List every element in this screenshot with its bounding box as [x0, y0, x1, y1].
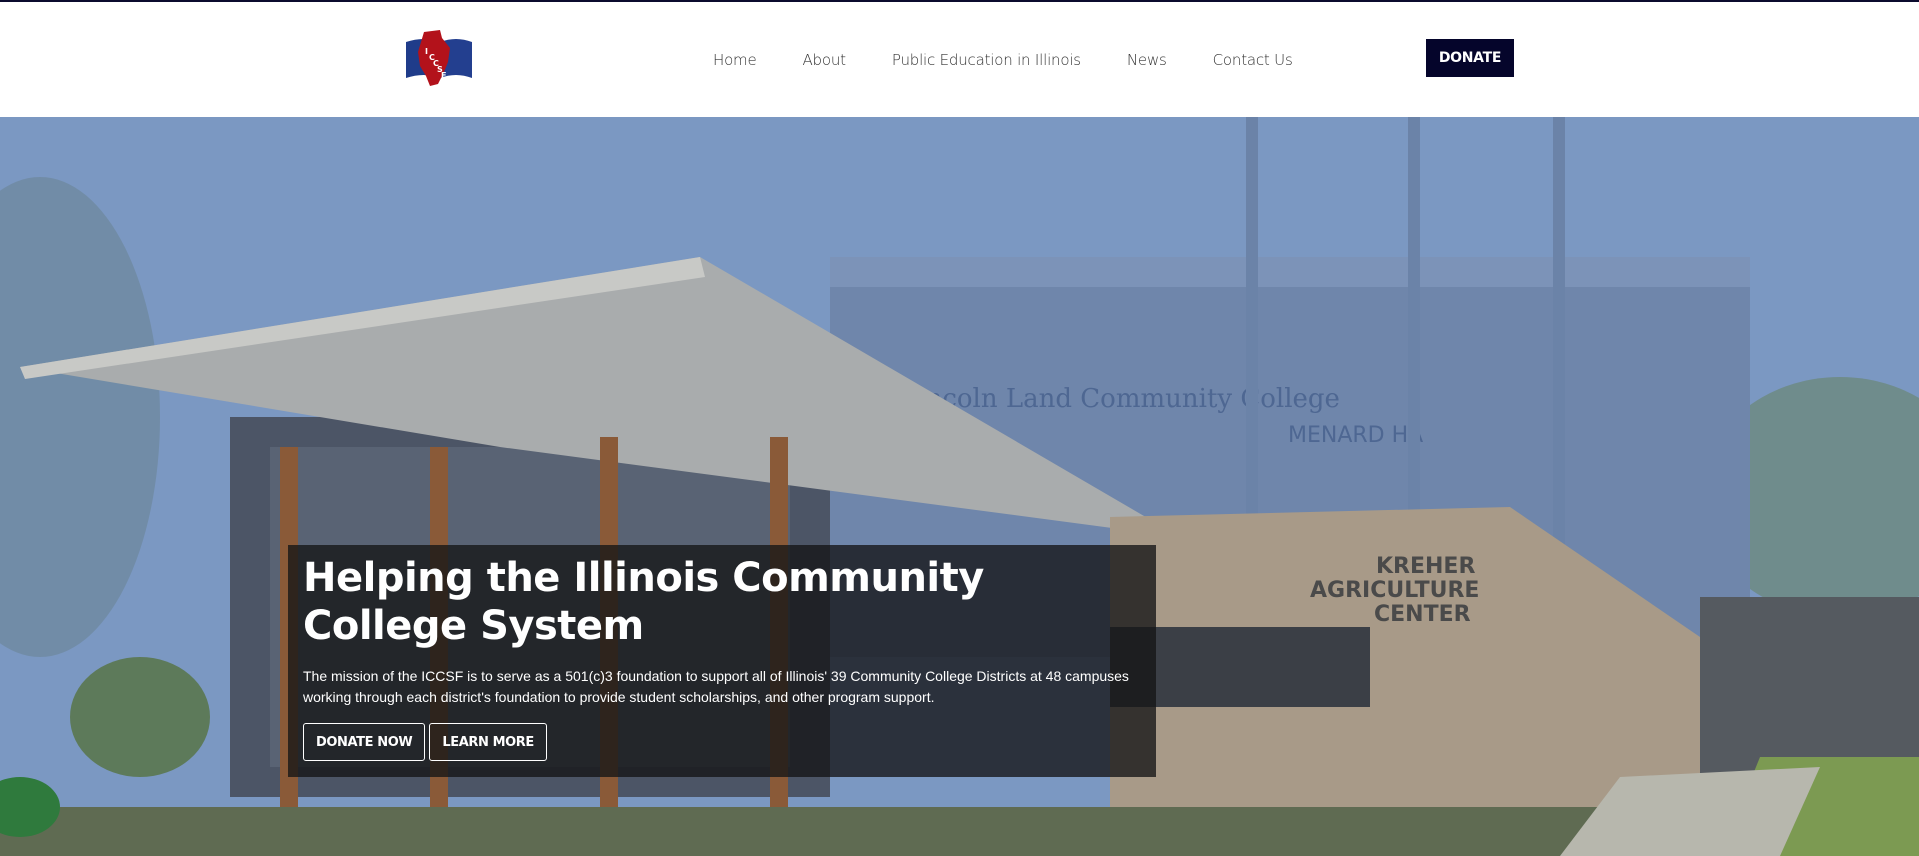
svg-text:F: F [441, 71, 446, 80]
nav-home[interactable]: Home [713, 50, 757, 70]
building-sign-college: Lincoln Land Community College [900, 384, 1340, 414]
nav-contact-us[interactable]: Contact Us [1213, 50, 1293, 70]
building-sign-line-2: AGRICULTURE [1310, 578, 1479, 603]
nav-about[interactable]: About [803, 50, 847, 70]
nav-public-education[interactable]: Public Education in Illinois [892, 50, 1081, 70]
learn-more-button[interactable]: LEARN MORE [429, 723, 547, 761]
hero-buttons: DONATE NOW LEARN MORE [303, 723, 547, 761]
main-nav: Home About Public Education in Illinois … [713, 50, 1293, 70]
iccsf-logo[interactable]: I C C S F [404, 28, 474, 88]
donate-now-button[interactable]: DONATE NOW [303, 723, 426, 761]
donate-button[interactable]: DONATE [1426, 39, 1514, 77]
building-sign-line-1: KREHER [1376, 554, 1475, 579]
hero-section: Lincoln Land Community College MENARD HA… [0, 117, 1919, 856]
site-header: I C C S F Home About Public Education in… [0, 2, 1919, 117]
svg-text:I: I [425, 47, 428, 56]
hero-title: Helping the Illinois Community College S… [303, 555, 984, 649]
hero-description: The mission of the ICCSF is to serve as … [303, 668, 1129, 705]
nav-news[interactable]: News [1127, 50, 1167, 70]
building-sign-hall: MENARD HA [1288, 423, 1423, 448]
building-sign-line-3: CENTER [1374, 602, 1471, 627]
